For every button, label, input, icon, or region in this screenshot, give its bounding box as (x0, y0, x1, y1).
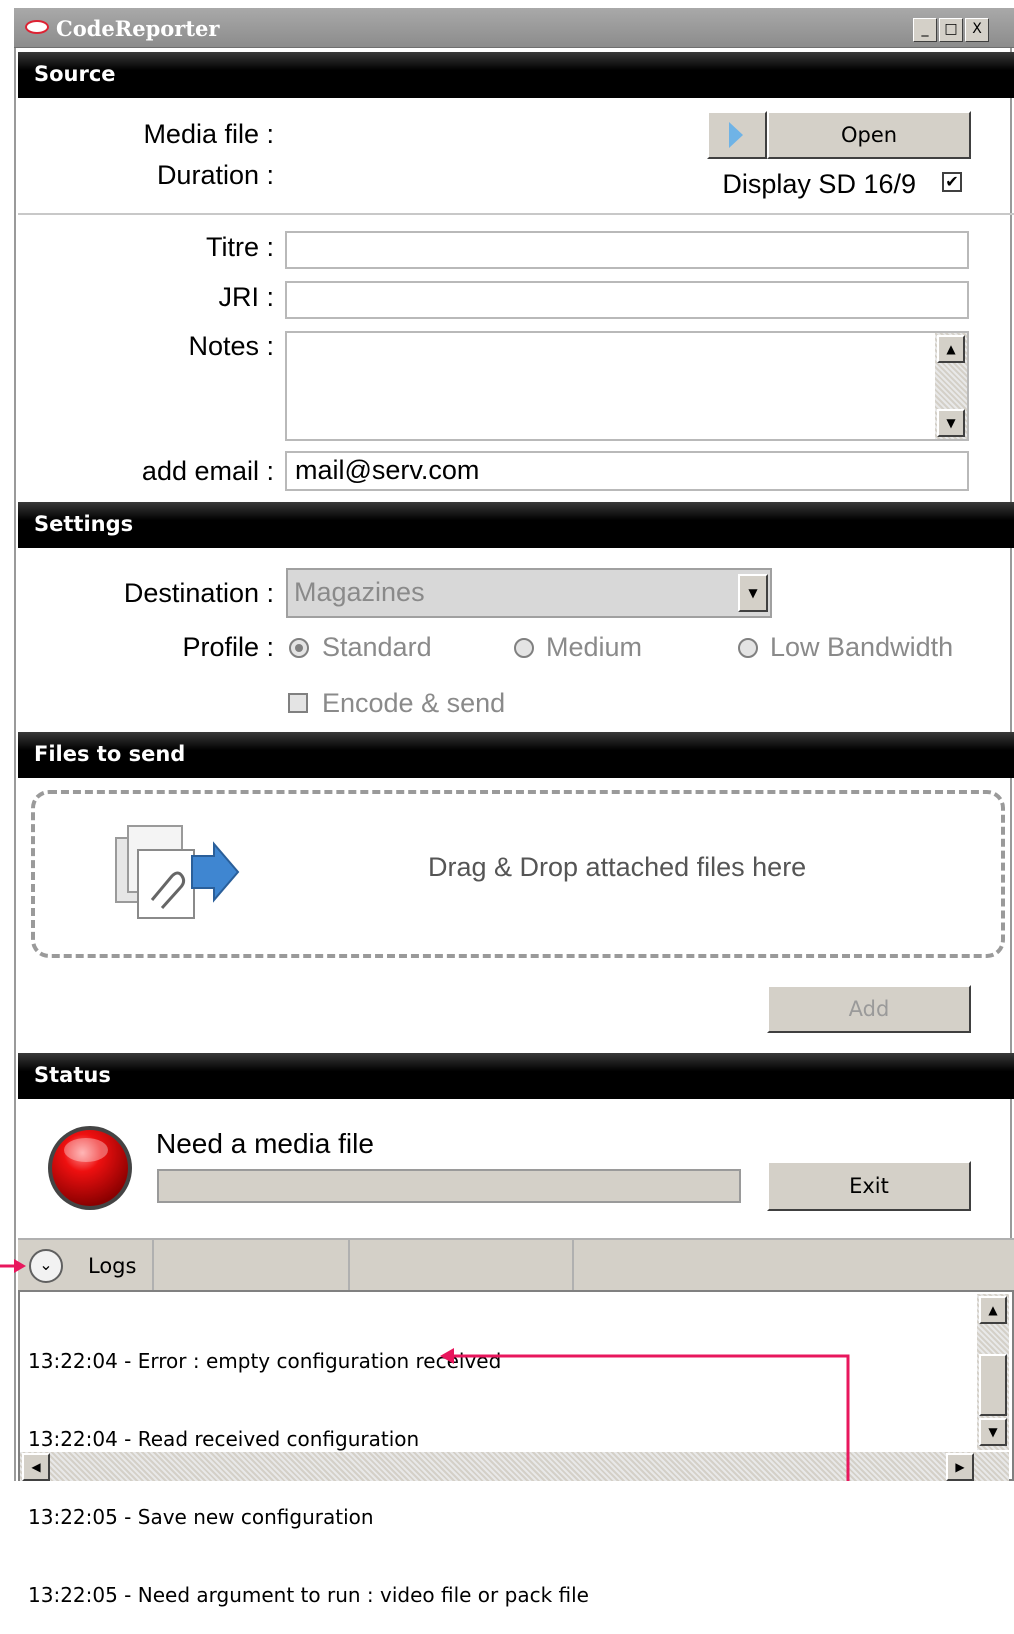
radio-standard[interactable] (289, 638, 309, 658)
minimize-button[interactable]: _ (913, 18, 937, 42)
profile-medium-label: Medium (546, 632, 643, 662)
destination-value: Magazines (294, 577, 425, 607)
source-section-header: Source (18, 52, 1014, 98)
log-line: 13:22:05 - Need argument to run : video … (28, 1583, 589, 1607)
logs-toggle-chevron-icon[interactable]: ⌄ (29, 1249, 63, 1283)
exit-button[interactable]: Exit (767, 1161, 971, 1211)
scroll-down-arrow-icon[interactable]: ▼ (979, 1418, 1007, 1446)
titre-input[interactable] (285, 231, 969, 269)
tab-divider (572, 1240, 574, 1290)
radio-dot-icon (295, 644, 303, 652)
radio-low-bandwidth[interactable] (738, 638, 758, 658)
attach-files-icon (115, 825, 240, 919)
close-button[interactable]: X (965, 18, 989, 42)
email-label: add email : (141, 456, 274, 486)
encode-send-checkbox[interactable] (288, 693, 308, 713)
profile-standard-label: Standard (322, 632, 432, 662)
logs-tab-label[interactable]: Logs (88, 1254, 136, 1278)
jri-input[interactable] (285, 281, 969, 319)
profile-label: Profile : (182, 632, 274, 662)
play-button[interactable] (707, 111, 767, 159)
encode-send-label: Encode & send (322, 688, 506, 718)
tab-divider (152, 1240, 154, 1290)
logs-tab-bar (18, 1238, 1014, 1290)
display-sd-checkbox[interactable]: ✔ (942, 172, 962, 192)
status-indicator-icon (48, 1126, 132, 1210)
display-sd-label: Display SD 16/9 (722, 169, 916, 199)
notes-textarea[interactable] (285, 331, 969, 441)
add-button[interactable]: Add (767, 985, 971, 1033)
scroll-up-arrow-icon[interactable]: ▲ (979, 1296, 1007, 1324)
settings-section-header: Settings (18, 502, 1014, 548)
divider (18, 213, 1014, 215)
titre-label: Titre : (205, 232, 274, 262)
tab-divider (348, 1240, 350, 1290)
files-section-header: Files to send (18, 732, 1014, 778)
media-file-label: Media file : (143, 119, 274, 149)
app-logo-icon (25, 20, 49, 34)
open-button[interactable]: Open (767, 111, 971, 159)
progress-bar (157, 1169, 741, 1203)
radio-medium[interactable] (514, 638, 534, 658)
status-section-header: Status (18, 1053, 1014, 1099)
log-line: 13:22:05 - Save new configuration (28, 1505, 374, 1529)
annotation-arrow-logs (0, 1259, 26, 1273)
status-message: Need a media file (156, 1128, 374, 1159)
scroll-down-arrow-icon[interactable]: ▼ (937, 409, 965, 437)
email-input[interactable]: mail@serv.com (285, 451, 969, 491)
duration-label: Duration : (156, 160, 274, 190)
profile-low-bandwidth-label: Low Bandwidth (770, 632, 954, 662)
scroll-right-arrow-icon[interactable]: ▶ (946, 1453, 974, 1481)
window-title: CodeReporter (56, 16, 220, 41)
annotation-arrow-log-line (440, 1348, 850, 1481)
title-bar[interactable]: CodeReporter _ □ X (14, 8, 1014, 48)
destination-select[interactable]: Magazines ▼ (286, 568, 772, 618)
drop-zone-text: Drag & Drop attached files here (428, 852, 807, 882)
scroll-thumb[interactable] (979, 1354, 1007, 1416)
play-icon (729, 122, 743, 148)
chevron-down-icon[interactable]: ▼ (738, 574, 768, 612)
destination-label: Destination : (123, 578, 274, 608)
scroll-left-arrow-icon[interactable]: ◀ (22, 1453, 50, 1481)
jri-label: JRI : (218, 282, 274, 312)
scroll-up-arrow-icon[interactable]: ▲ (937, 335, 965, 363)
notes-label: Notes : (188, 331, 274, 361)
maximize-button[interactable]: □ (939, 18, 963, 42)
